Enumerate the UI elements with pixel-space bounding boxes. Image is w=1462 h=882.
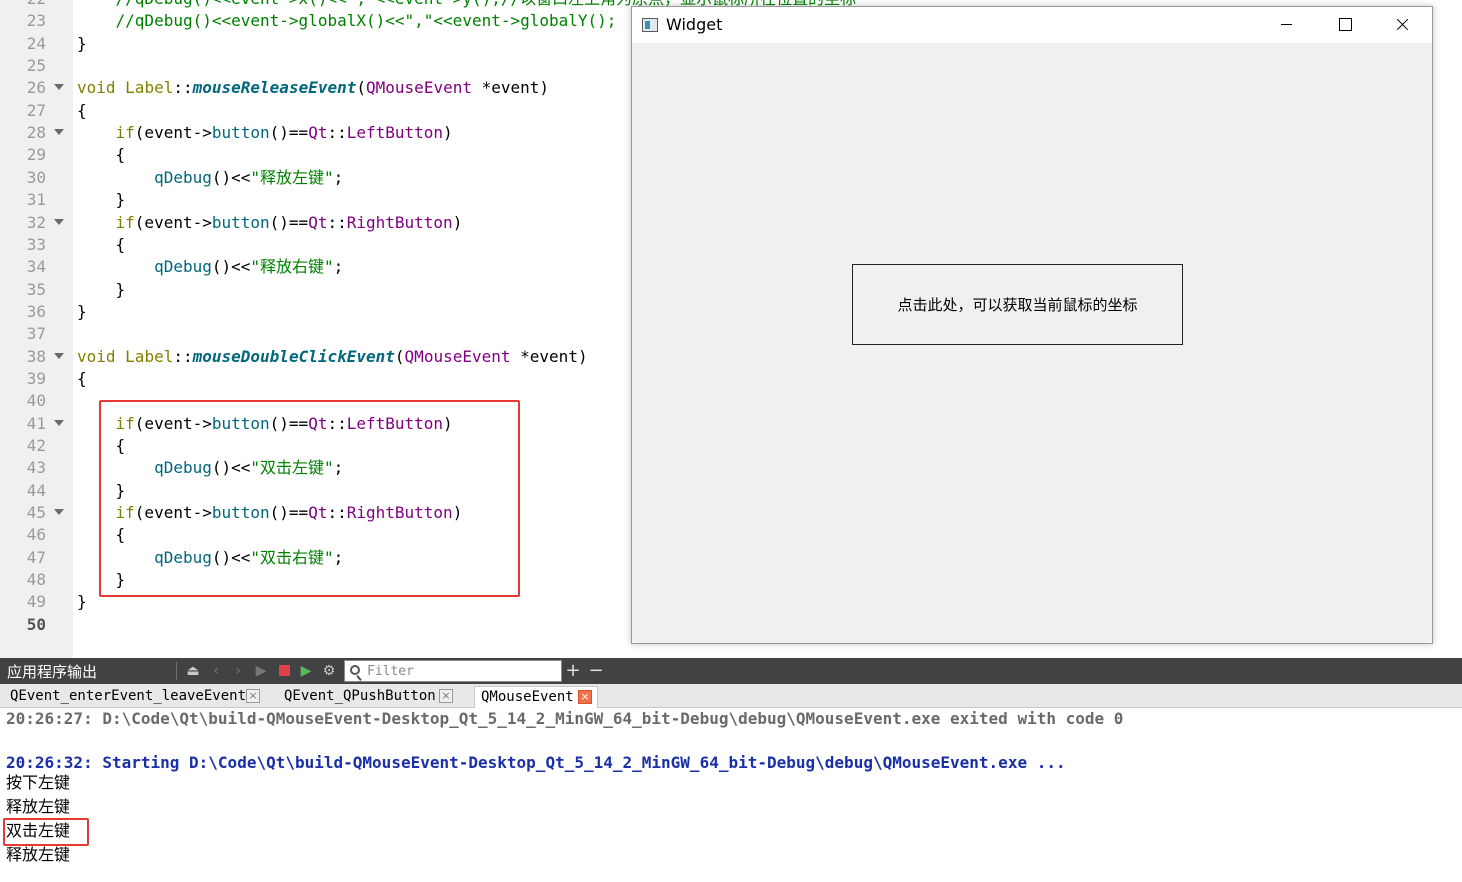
line-number: 28 [26,123,46,143]
line-number: 27 [26,100,46,120]
rerun-debug-icon[interactable]: ▶ [297,658,315,684]
window-title: Widget [666,15,723,34]
line-number: 23 [26,11,46,31]
tab-qevent-enter-leave[interactable]: QEvent_enterEvent_leaveEvent × [4,686,262,708]
line-number: 50 [26,614,46,634]
output-line: 释放左键 [6,797,71,816]
line-number: 49 [26,592,46,612]
attach-to-process-icon[interactable]: ⏏ [184,658,202,684]
annotation-highlight-box [3,818,89,846]
line-number: 36 [26,301,46,321]
minimize-button[interactable] [1258,7,1316,43]
line-number: 29 [26,145,46,165]
code-text: void Label::mouseReleaseEvent(QMouseEven… [77,78,550,98]
mouse-coordinate-label[interactable]: 点击此处，可以获取当前鼠标的坐标 [852,264,1183,345]
line-number: 43 [26,458,46,478]
fold-arrow-icon[interactable] [54,509,64,516]
code-text: if(event->button()==Qt::LeftButton) [115,123,453,143]
search-icon [350,665,360,675]
line-number: 30 [26,167,46,187]
fold-arrow-icon[interactable] [54,352,64,359]
fold-arrow-icon[interactable] [54,84,64,91]
code-text: { [77,100,87,120]
code-text: //qDebug()<<event->globalX()<<","<<event… [115,11,617,31]
fold-arrow-icon[interactable] [54,129,64,136]
close-tab-icon[interactable]: × [246,689,260,703]
code-text: { [77,145,126,165]
code-text: { [77,368,87,388]
maximize-button[interactable] [1316,7,1374,43]
line-number: 22 [0,0,46,10]
stop-icon[interactable] [279,665,290,676]
tab-label: QEvent_enterEvent_leaveEvent [10,688,247,704]
code-text: qDebug()<<"释放左键"; [154,167,344,187]
close-button[interactable] [1374,7,1432,43]
line-number: 42 [26,436,46,455]
previous-item-icon[interactable]: ‹ [207,658,225,684]
line-number: 44 [26,480,46,500]
widget-window[interactable]: Widget 点击此处，可以获取当前鼠标的坐标 [631,6,1433,644]
code-text: } [77,279,126,299]
code-text: { [77,234,126,254]
line-number: 40 [26,391,46,411]
line-number: 34 [26,257,46,277]
annotation-highlight-box [99,400,520,597]
tab-qmouseevent[interactable]: QMouseEvent × [474,686,598,708]
code-text: } [77,33,87,53]
tab-label: QMouseEvent [481,689,574,705]
code-text: } [77,301,87,321]
window-titlebar[interactable]: Widget [632,7,1432,43]
output-line: 释放左键 [6,845,71,864]
code-text: qDebug()<<"释放右键"; [154,257,344,277]
line-number: 33 [26,234,46,254]
filter-box[interactable] [344,660,562,682]
output-line: 20:26:27: D:\Code\Qt\build-QMouseEvent-D… [6,709,1124,728]
line-number: 26 [26,78,46,98]
settings-gear-icon[interactable]: ⚙ [320,658,338,684]
output-tab-bar: QEvent_enterEvent_leaveEvent × QEvent_QP… [0,684,1462,708]
toolbar-separator [176,662,177,680]
line-number: 38 [26,346,46,366]
output-line: 按下左键 [6,773,71,792]
run-icon[interactable]: ▶ [252,658,270,684]
output-pane-toolbar: 应用程序输出 ⏏ ‹ › ▶ ▶ ⚙ + − [0,658,1462,684]
line-number: 25 [26,56,46,76]
close-tab-icon[interactable]: × [439,689,453,703]
line-number: 48 [26,570,46,590]
code-text: } [77,592,87,612]
add-icon[interactable]: + [564,658,582,684]
line-number: 46 [26,525,46,545]
next-item-icon[interactable]: › [229,658,247,684]
code-text: } [77,190,126,210]
line-number: 39 [26,368,46,388]
app-window-icon [642,18,658,32]
line-number: 32 [26,212,46,232]
output-line: 20:26:32: Starting D:\Code\Qt\build-QMou… [6,753,1066,772]
tab-qevent-qpushbutton[interactable]: QEvent_QPushButton × [278,686,458,708]
code-text: void Label::mouseDoubleClickEvent(QMouse… [77,346,588,366]
remove-icon[interactable]: − [587,658,605,684]
line-number: 45 [26,503,46,523]
tab-label: QEvent_QPushButton [284,688,436,704]
close-tab-icon[interactable]: × [578,690,592,704]
fold-arrow-icon[interactable] [54,218,64,225]
line-number: 24 [26,33,46,53]
application-output-text[interactable]: 20:26:27: D:\Code\Qt\build-QMouseEvent-D… [0,708,1462,882]
filter-input[interactable] [367,661,557,681]
line-number: 31 [26,190,46,210]
line-number: 35 [26,279,46,299]
line-number: 47 [26,547,46,567]
output-pane-title: 应用程序输出 [7,663,98,681]
fold-arrow-icon[interactable] [54,419,64,426]
code-text: if(event->button()==Qt::RightButton) [115,212,463,232]
line-number: 37 [26,324,46,344]
line-number: 41 [26,413,46,433]
